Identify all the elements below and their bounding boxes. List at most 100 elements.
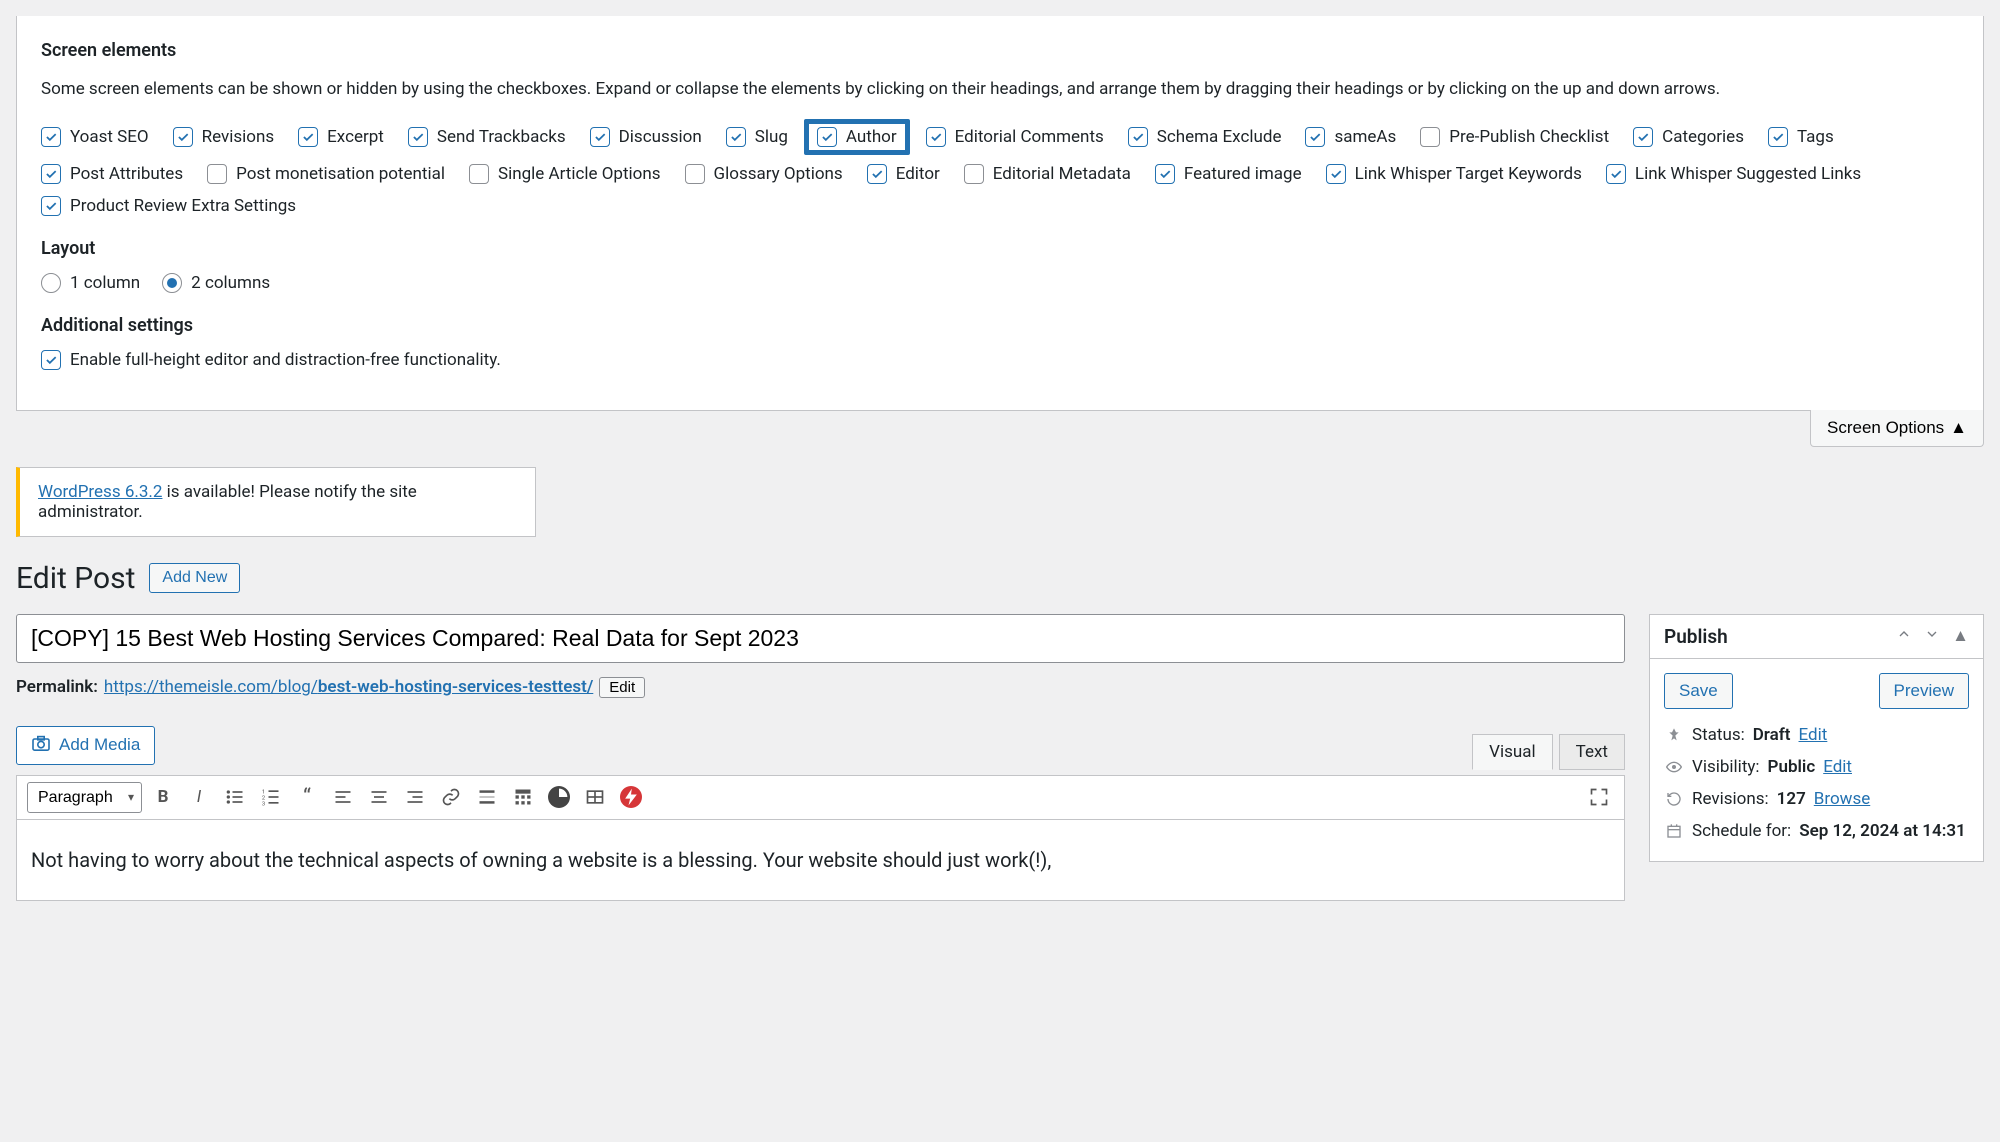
page-title: Edit Post [16, 561, 135, 596]
radio-icon [162, 273, 182, 293]
checkbox-icon [173, 127, 193, 147]
status-edit-link[interactable]: Edit [1799, 725, 1828, 745]
checkbox-icon [685, 164, 705, 184]
enable-full-height-checkbox[interactable]: Enable full-height editor and distractio… [41, 350, 501, 370]
chevron-up-icon: ▲ [1950, 418, 1967, 438]
add-new-button[interactable]: Add New [149, 563, 240, 593]
checkbox-label: Yoast SEO [70, 127, 149, 147]
layout-options: 1 column 2 columns [41, 273, 1959, 293]
add-media-button[interactable]: Add Media [16, 726, 155, 765]
checkbox-icon [41, 127, 61, 147]
preview-button[interactable]: Preview [1879, 673, 1969, 709]
radio-label: 2 columns [191, 273, 270, 293]
caret-up-icon[interactable]: ▲ [1952, 626, 1969, 647]
chevron-down-icon[interactable] [1924, 626, 1940, 647]
special-button[interactable] [616, 782, 646, 812]
table-button[interactable] [580, 782, 610, 812]
checkbox-discussion[interactable]: Discussion [590, 122, 702, 152]
align-right-button[interactable] [400, 782, 430, 812]
checkbox-excerpt[interactable]: Excerpt [298, 122, 384, 152]
publish-box: Publish ▲ Save Preview Status: [1649, 614, 1984, 862]
post-title-input[interactable] [16, 614, 1625, 663]
checkbox-icon [926, 127, 946, 147]
checkbox-sameas[interactable]: sameAs [1305, 122, 1396, 152]
blockquote-button[interactable]: “ [292, 782, 322, 812]
checkbox-single-article-options[interactable]: Single Article Options [469, 164, 661, 184]
chart-button[interactable] [544, 782, 574, 812]
visibility-edit-link[interactable]: Edit [1823, 757, 1852, 777]
bold-button[interactable]: B [148, 782, 178, 812]
layout-1-column[interactable]: 1 column [41, 273, 140, 293]
align-left-button[interactable] [328, 782, 358, 812]
checkbox-label: Post Attributes [70, 164, 183, 184]
update-notice: WordPress 6.3.2 is available! Please not… [16, 467, 536, 537]
enable-full-height-label: Enable full-height editor and distractio… [70, 350, 501, 370]
checkbox-label: Product Review Extra Settings [70, 196, 296, 216]
checkbox-editorial-comments[interactable]: Editorial Comments [926, 122, 1104, 152]
editor-content[interactable]: Not having to worry about the technical … [16, 820, 1625, 901]
screen-elements-heading: Screen elements [41, 40, 1959, 61]
permalink-label: Permalink: [16, 677, 98, 697]
checkbox-post-attributes[interactable]: Post Attributes [41, 164, 183, 184]
checkbox-editor[interactable]: Editor [867, 164, 940, 184]
bullet-list-button[interactable] [220, 782, 250, 812]
checkbox-slug[interactable]: Slug [726, 122, 788, 152]
numbered-list-button[interactable]: 123 [256, 782, 286, 812]
checkbox-icon [1326, 164, 1346, 184]
checkbox-tags[interactable]: Tags [1768, 122, 1834, 152]
screen-elements-checkboxes: Yoast SEO Revisions Excerpt Send Trackbacks… [41, 122, 1959, 216]
layout-2-columns[interactable]: 2 columns [162, 273, 270, 293]
checkbox-icon [1155, 164, 1175, 184]
checkbox-icon [1633, 127, 1653, 147]
checkbox-icon [867, 164, 887, 184]
checkbox-author[interactable]: Author [804, 119, 910, 155]
permalink-url[interactable]: https://themeisle.com/blog/best-web-host… [104, 677, 593, 697]
tab-text[interactable]: Text [1559, 734, 1625, 770]
chevron-up-icon[interactable] [1896, 626, 1912, 647]
checkbox-label: Single Article Options [498, 164, 661, 184]
fullscreen-button[interactable] [1584, 782, 1614, 812]
camera-icon [31, 735, 51, 756]
revisions-browse-link[interactable]: Browse [1814, 789, 1870, 809]
checkbox-label: Send Trackbacks [437, 127, 566, 147]
readmore-button[interactable] [472, 782, 502, 812]
checkbox-featured-image[interactable]: Featured image [1155, 164, 1302, 184]
eye-icon [1664, 759, 1684, 775]
checkbox-glossary-options[interactable]: Glossary Options [685, 164, 843, 184]
checkbox-icon [1305, 127, 1325, 147]
checkbox-label: Discussion [619, 127, 702, 147]
checkbox-send-trackbacks[interactable]: Send Trackbacks [408, 122, 566, 152]
checkbox-categories[interactable]: Categories [1633, 122, 1744, 152]
checkbox-pre-publish-checklist[interactable]: Pre-Publish Checklist [1420, 122, 1609, 152]
save-button[interactable]: Save [1664, 673, 1733, 709]
italic-button[interactable]: I [184, 782, 214, 812]
checkbox-icon [726, 127, 746, 147]
checkbox-yoast-seo[interactable]: Yoast SEO [41, 122, 149, 152]
checkbox-link-whisper-target-keywords[interactable]: Link Whisper Target Keywords [1326, 164, 1582, 184]
checkbox-editorial-metadata[interactable]: Editorial Metadata [964, 164, 1131, 184]
screen-elements-description: Some screen elements can be shown or hid… [41, 75, 1959, 104]
screen-options-toggle[interactable]: Screen Options ▲ [1810, 410, 1984, 447]
permalink-edit-button[interactable]: Edit [599, 677, 645, 698]
checkbox-label: Revisions [202, 127, 275, 147]
align-center-button[interactable] [364, 782, 394, 812]
checkbox-label: sameAs [1334, 127, 1396, 147]
checkbox-post-monetisation-potential[interactable]: Post monetisation potential [207, 164, 445, 184]
checkbox-label: Post monetisation potential [236, 164, 445, 184]
checkbox-label: Editorial Metadata [993, 164, 1131, 184]
checkbox-revisions[interactable]: Revisions [173, 122, 275, 152]
checkbox-label: Link Whisper Suggested Links [1635, 164, 1861, 184]
checkbox-schema-exclude[interactable]: Schema Exclude [1128, 122, 1282, 152]
layout-heading: Layout [41, 238, 1959, 259]
checkbox-icon [41, 196, 61, 216]
checkbox-icon [590, 127, 610, 147]
toolbar-toggle-button[interactable] [508, 782, 538, 812]
paragraph-select[interactable]: Paragraph [27, 782, 142, 813]
link-button[interactable] [436, 782, 466, 812]
checkbox-icon [469, 164, 489, 184]
publish-title: Publish [1664, 625, 1728, 648]
checkbox-link-whisper-suggested-links[interactable]: Link Whisper Suggested Links [1606, 164, 1861, 184]
tab-visual[interactable]: Visual [1472, 734, 1552, 770]
wordpress-version-link[interactable]: WordPress 6.3.2 [38, 482, 162, 502]
checkbox-product-review-extra-settings[interactable]: Product Review Extra Settings [41, 196, 296, 216]
